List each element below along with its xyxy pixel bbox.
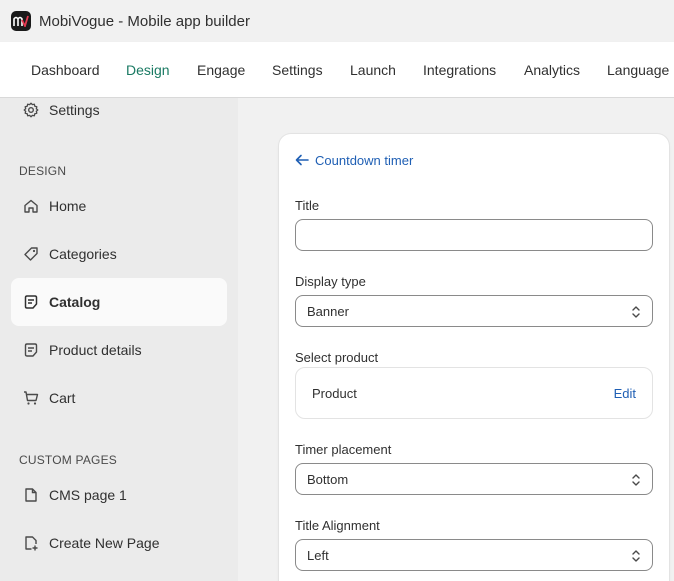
page-icon (25, 488, 37, 502)
back-link[interactable]: Countdown timer (295, 151, 413, 169)
back-link-label: Countdown timer (315, 152, 414, 168)
timer-placement-value: Bottom (307, 472, 349, 487)
cart-icon (24, 391, 39, 405)
tab-design[interactable]: Design (126, 62, 170, 78)
title-input[interactable] (295, 219, 653, 251)
display-type-value: Banner (307, 304, 349, 319)
tab-dashboard[interactable]: Dashboard (31, 62, 100, 78)
timer-placement-select[interactable]: Bottom (295, 463, 653, 495)
sidebar-item-cms-page-1[interactable]: CMS page 1 (11, 471, 227, 519)
sidebar-item-product-details[interactable]: Product details (11, 326, 227, 374)
sidebar-item-label: Categories (49, 246, 117, 262)
title-label: Title (295, 198, 320, 213)
chevron-up-down-icon (632, 306, 640, 318)
timer-placement-label: Timer placement (295, 442, 392, 457)
sidebar-item-label: Create New Page (49, 535, 160, 551)
sidebar-item-label: Cart (49, 390, 76, 406)
home-icon (24, 199, 38, 213)
select-product-label: Select product (295, 350, 379, 365)
sidebar-item-label: Home (49, 198, 87, 214)
edit-product-link[interactable]: Edit (614, 386, 636, 401)
display-type-select[interactable]: Banner (295, 295, 653, 327)
title-bar: MobiVogue - Mobile app builder (0, 0, 674, 42)
page-add-icon (25, 536, 38, 551)
title-alignment-select[interactable]: Left (295, 539, 653, 571)
product-label: Product (312, 386, 357, 401)
tab-analytics[interactable]: Analytics (524, 62, 580, 78)
sidebar-item-catalog[interactable]: Catalog (11, 278, 227, 326)
title-alignment-value: Left (307, 548, 329, 563)
tab-launch[interactable]: Launch (350, 62, 396, 78)
sidebar-item-label: Catalog (49, 294, 101, 310)
tab-engage[interactable]: Engage (197, 62, 245, 78)
arrow-left-icon (295, 154, 309, 166)
gear-icon (23, 102, 39, 118)
tab-settings[interactable]: Settings (272, 62, 323, 78)
sidebar-item-label: CMS page 1 (49, 487, 127, 503)
title-alignment-label: Title Alignment (295, 518, 380, 533)
display-type-label: Display type (295, 274, 366, 289)
tag-icon (24, 247, 38, 261)
chevron-up-down-icon (632, 474, 640, 486)
sidebar-item-create-new-page[interactable]: Create New Page (11, 519, 227, 567)
custom-pages-heading: CUSTOM PAGES (19, 453, 117, 467)
sidebar-item-label: Settings (49, 102, 100, 118)
sidebar-item-categories[interactable]: Categories (11, 230, 227, 278)
sidebar-item-cart[interactable]: Cart (11, 374, 227, 422)
sidebar: Settings DESIGN Home Categories Catalog … (0, 98, 238, 581)
app-logo-icon (11, 11, 31, 31)
chevron-up-down-icon (632, 550, 640, 562)
app-title: MobiVogue - Mobile app builder (39, 12, 250, 30)
sidebar-item-settings[interactable]: Settings (11, 86, 227, 134)
sidebar-item-label: Product details (49, 342, 142, 358)
product-details-icon (24, 343, 38, 357)
design-section-heading: DESIGN (19, 164, 67, 178)
sidebar-item-home[interactable]: Home (11, 182, 227, 230)
tab-integrations[interactable]: Integrations (423, 62, 496, 78)
catalog-icon (24, 295, 38, 309)
product-selector: Product Edit (295, 367, 653, 419)
tab-language[interactable]: Language (607, 62, 669, 78)
